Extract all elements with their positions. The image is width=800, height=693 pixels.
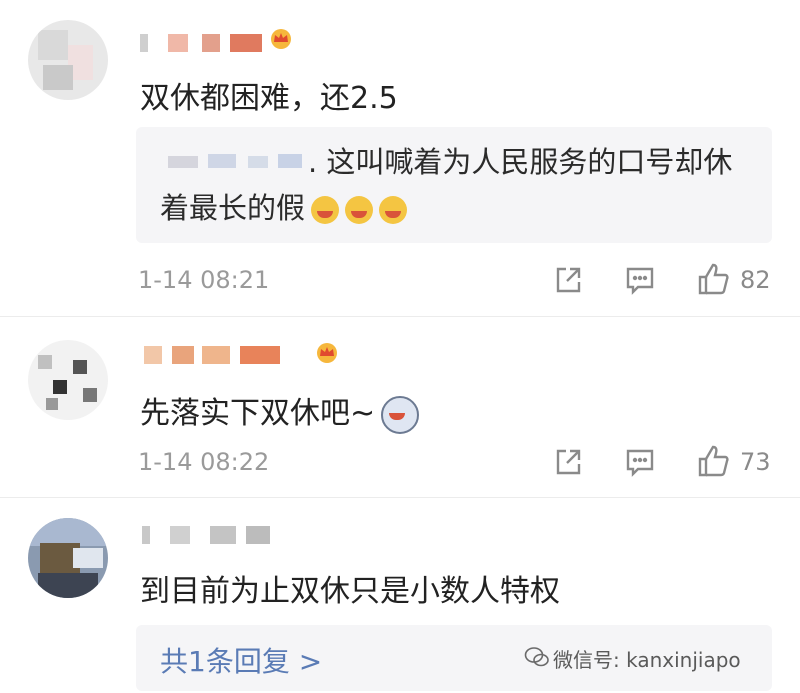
quoted-username-blurred: [168, 150, 306, 172]
view-replies-link[interactable]: 共1条回复 >: [160, 640, 322, 680]
wechat-icon: [524, 647, 549, 667]
quoted-text-line2-words: 着最长的假: [160, 191, 306, 225]
laughing-emoji-icon: [379, 196, 408, 224]
comment-text: 到目前为止双休只是小数人特权: [140, 574, 560, 609]
like-count: 82: [740, 266, 771, 294]
vip-crown-icon: [317, 343, 337, 363]
laughing-emoji-icon: [345, 196, 374, 224]
thumbs-up-icon[interactable]: [696, 262, 730, 296]
avatar[interactable]: [28, 340, 108, 420]
quoted-text-line1: . 这叫喊着为人民服务的口号却休: [308, 145, 733, 179]
share-icon[interactable]: [552, 446, 584, 478]
divider: [0, 497, 800, 498]
timestamp: 1-14 08:21: [138, 266, 270, 294]
timestamp: 1-14 08:22: [138, 448, 270, 476]
vip-crown-icon: [271, 29, 291, 49]
like-count: 73: [740, 448, 771, 476]
laughing-emoji-icon: [311, 196, 340, 224]
share-icon[interactable]: [552, 264, 584, 296]
comment-icon[interactable]: [624, 264, 656, 296]
thumbs-up-icon[interactable]: [696, 444, 730, 478]
watermark: 微信号: kanxinjiapo: [553, 648, 741, 672]
comment-text-words: 先落实下双休吧~: [140, 396, 376, 431]
comment-icon[interactable]: [624, 446, 656, 478]
avatar[interactable]: [28, 518, 108, 598]
quoted-text-line2: 着最长的假: [160, 188, 408, 228]
comment-text: 双休都困难，还2.5: [140, 81, 398, 116]
divider: [0, 316, 800, 317]
dog-emoji-icon: [381, 395, 420, 434]
comment-text: 先落实下双休吧~: [140, 388, 420, 434]
avatar[interactable]: [28, 20, 108, 100]
